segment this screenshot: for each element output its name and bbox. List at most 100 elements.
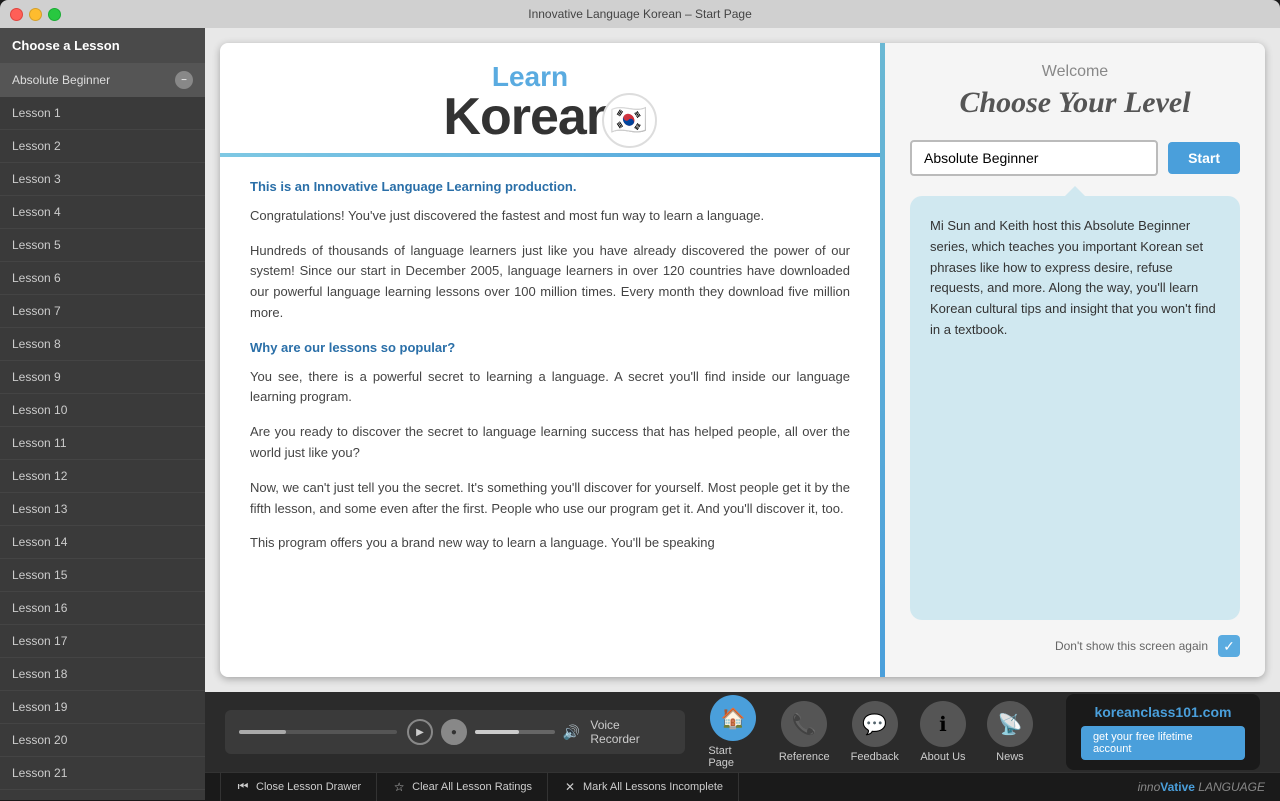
description-text: Mi Sun and Keith host this Absolute Begi… — [930, 216, 1220, 341]
sidebar-lesson-item[interactable]: Lesson 15 — [0, 559, 205, 592]
feedback-label: Feedback — [851, 751, 899, 763]
content-wrapper: Learn Korean 🇰🇷 This is an Innovative La… — [220, 43, 1265, 677]
clear-ratings-label: Clear All Lesson Ratings — [412, 781, 532, 793]
korean-flag-icon: 🇰🇷 — [602, 93, 657, 148]
recorder-controls: 🔊 — [407, 719, 580, 745]
close-lesson-drawer-button[interactable]: ⏮ Close Lesson Drawer — [220, 773, 377, 801]
sidebar-lesson-item[interactable]: Lesson 21 — [0, 757, 205, 790]
nav-icon-news[interactable]: 📡 News — [979, 696, 1041, 768]
sidebar-lesson-item[interactable]: Lesson 2 — [0, 130, 205, 163]
dont-show-row: Don't show this screen again ✓ — [910, 635, 1240, 657]
play-button[interactable] — [407, 719, 433, 745]
sidebar-lesson-item[interactable]: Lesson 6 — [0, 262, 205, 295]
brand-tld: .com — [1199, 704, 1232, 720]
reference-label: Reference — [779, 751, 830, 763]
news-label: News — [996, 751, 1024, 763]
voice-recorder: 🔊 Voice Recorder — [225, 710, 685, 754]
recorder-label: Voice Recorder — [590, 718, 671, 746]
sidebar: Choose a Lesson Absolute Beginner − Less… — [0, 28, 205, 800]
sidebar-lesson-item[interactable]: Lesson 3 — [0, 163, 205, 196]
sidebar-level-label: Absolute Beginner — [12, 73, 110, 87]
sidebar-lesson-item[interactable]: Lesson 12 — [0, 460, 205, 493]
about-us-label: About Us — [920, 751, 965, 763]
content-panel: Learn Korean 🇰🇷 This is an Innovative La… — [220, 43, 880, 677]
volume-slider[interactable] — [475, 730, 555, 734]
minimize-button[interactable] — [29, 8, 42, 21]
right-panel: Welcome Choose Your Level Absolute Begin… — [885, 43, 1265, 677]
mark-icon: ✕ — [563, 780, 577, 794]
start-button[interactable]: Start — [1168, 142, 1240, 174]
para2: Hundreds of thousands of language learne… — [250, 241, 850, 324]
sidebar-lesson-item[interactable]: Lesson 17 — [0, 625, 205, 658]
level-select-dropdown[interactable]: Absolute BeginnerBeginnerIntermediateUpp… — [910, 140, 1158, 176]
para1: Congratulations! You've just discovered … — [250, 206, 850, 227]
logo-learn: Learn — [492, 63, 568, 91]
para3-1: You see, there is a powerful secret to l… — [250, 367, 850, 409]
sidebar-level-row: Absolute Beginner − — [0, 63, 205, 97]
sidebar-lesson-item[interactable]: Lesson 10 — [0, 394, 205, 427]
news-icon: 📡 — [987, 701, 1033, 747]
close-drawer-icon: ⏮ — [236, 780, 250, 794]
sidebar-lesson-item[interactable]: Lesson 11 — [0, 427, 205, 460]
logo-area: Learn Korean 🇰🇷 — [220, 43, 880, 153]
footer-brand-highlight: Vative — [1160, 780, 1195, 794]
sidebar-lesson-list: Lesson 1Lesson 2Lesson 3Lesson 4Lesson 5… — [0, 97, 205, 800]
footer-bar: ⏮ Close Lesson Drawer ☆ Clear All Lesson… — [205, 772, 1280, 800]
footer-brand: innoVative LANGUAGE — [1138, 780, 1265, 794]
sidebar-lesson-item[interactable]: Lesson 22 — [0, 790, 205, 800]
progress-bar — [239, 730, 397, 734]
sidebar-lesson-item[interactable]: Lesson 9 — [0, 361, 205, 394]
record-button[interactable] — [441, 719, 467, 745]
about-us-icon: ℹ — [920, 701, 966, 747]
sidebar-lesson-item[interactable]: Lesson 13 — [0, 493, 205, 526]
brand-cta[interactable]: get your free lifetime account — [1081, 726, 1245, 760]
dont-show-label: Don't show this screen again — [1055, 639, 1208, 653]
nav-icon-reference[interactable]: 📞 Reference — [771, 696, 838, 768]
lesson-ratings-button[interactable]: ☆ Clear All Lesson Ratings — [377, 773, 548, 801]
brand-plain: korean — [1094, 704, 1140, 720]
window-chrome: Innovative Language Korean – Start Page — [0, 0, 1280, 28]
nav-icon-start-page[interactable]: 🏠Start Page — [700, 690, 766, 774]
window-title: Innovative Language Korean – Start Page — [528, 7, 752, 21]
mark-all-label: Mark All Lessons Incomplete — [583, 781, 723, 793]
sidebar-lesson-item[interactable]: Lesson 5 — [0, 229, 205, 262]
sidebar-header: Choose a Lesson — [0, 28, 205, 63]
close-button[interactable] — [10, 8, 23, 21]
choose-level-heading: Choose Your Level — [910, 86, 1240, 120]
reference-icon: 📞 — [781, 701, 827, 747]
volume-icon: 🔊 — [563, 724, 580, 741]
sidebar-lesson-item[interactable]: Lesson 20 — [0, 724, 205, 757]
sidebar-collapse-button[interactable]: − — [175, 71, 193, 89]
para5: This program offers you a brand new way … — [250, 533, 850, 554]
description-bubble: Mi Sun and Keith host this Absolute Begi… — [910, 196, 1240, 620]
para3-2: Are you ready to discover the secret to … — [250, 422, 850, 464]
maximize-button[interactable] — [48, 8, 61, 21]
welcome-text: Welcome — [910, 63, 1240, 81]
mark-all-button[interactable]: ✕ Mark All Lessons Incomplete — [548, 773, 739, 801]
sidebar-lesson-item[interactable]: Lesson 14 — [0, 526, 205, 559]
start-page-label: Start Page — [708, 745, 758, 769]
nav-icons: 🏠Start Page 📞 Reference 💬 Feedback ℹ About Us 📡… — [700, 690, 1041, 774]
nav-icon-about-us[interactable]: ℹ About Us — [912, 696, 974, 768]
nav-icon-feedback[interactable]: 💬 Feedback — [843, 696, 907, 768]
intro-bold: This is an Innovative Language Learning … — [250, 177, 850, 198]
why-bold: Why are our lessons so popular? — [250, 338, 850, 359]
level-select-row: Absolute BeginnerBeginnerIntermediateUpp… — [910, 140, 1240, 176]
close-drawer-label: Close Lesson Drawer — [256, 781, 361, 793]
sidebar-lesson-item[interactable]: Lesson 4 — [0, 196, 205, 229]
logo-korean: Korean — [443, 91, 616, 143]
sidebar-lesson-item[interactable]: Lesson 16 — [0, 592, 205, 625]
app-container: Choose a Lesson Absolute Beginner − Less… — [0, 28, 1280, 800]
sidebar-lesson-item[interactable]: Lesson 18 — [0, 658, 205, 691]
sidebar-lesson-item[interactable]: Lesson 8 — [0, 328, 205, 361]
feedback-icon: 💬 — [852, 701, 898, 747]
star-icon: ☆ — [392, 780, 406, 794]
para4: Now, we can't just tell you the secret. … — [250, 478, 850, 520]
sidebar-lesson-item[interactable]: Lesson 19 — [0, 691, 205, 724]
sidebar-lesson-item[interactable]: Lesson 1 — [0, 97, 205, 130]
main-area: Learn Korean 🇰🇷 This is an Innovative La… — [205, 28, 1280, 800]
dont-show-checkbox[interactable]: ✓ — [1218, 635, 1240, 657]
bottom-toolbar: 🔊 Voice Recorder 🏠Start Page 📞 Reference 💬 F… — [205, 692, 1280, 772]
sidebar-lesson-item[interactable]: Lesson 7 — [0, 295, 205, 328]
brand-highlight: class101 — [1140, 704, 1198, 720]
